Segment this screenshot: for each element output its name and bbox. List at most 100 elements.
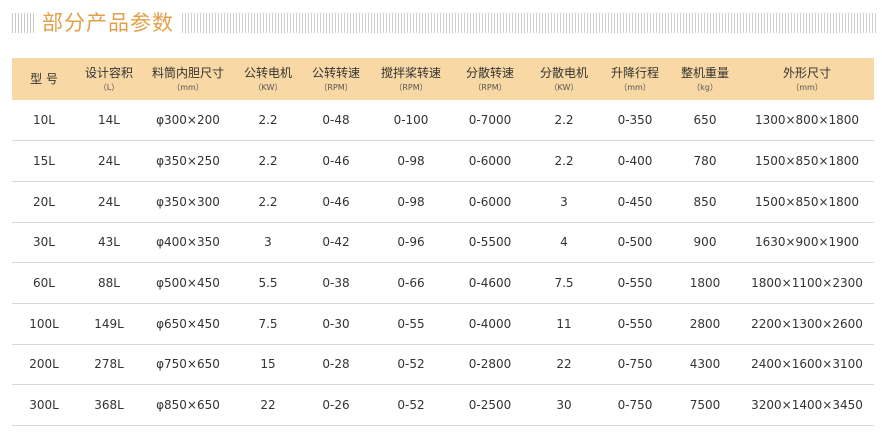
table-body: 10L 14L φ300×200 2.2 0-48 0-100 0-7000 2.2 0-350… bbox=[12, 100, 874, 426]
table-cell: 0-550 bbox=[600, 303, 670, 345]
table-cell: 0-2500 bbox=[452, 384, 528, 426]
table-cell: 0-500 bbox=[600, 222, 670, 264]
table-cell: 3 bbox=[528, 181, 600, 223]
table-cell: 0-52 bbox=[370, 384, 452, 426]
column-header-unit: （mm） bbox=[172, 83, 204, 92]
table-cell: 650 bbox=[670, 100, 740, 142]
table-cell: 0-750 bbox=[600, 344, 670, 386]
table-cell: 368L bbox=[76, 384, 142, 426]
table-cell: 22 bbox=[234, 384, 302, 426]
column-header-label: 设计容积 bbox=[84, 66, 133, 80]
table-cell: 5.5 bbox=[234, 262, 302, 304]
column-header: 分散电机 （KW） bbox=[528, 58, 600, 100]
table-cell: φ750×650 bbox=[142, 344, 234, 386]
table-cell: 2.2 bbox=[234, 181, 302, 223]
column-header-label: 公转转速 bbox=[311, 66, 360, 80]
table-cell: φ350×250 bbox=[142, 140, 234, 182]
table-cell: 30L bbox=[12, 222, 76, 264]
product-parameters-table: 型 号设计容积 （L） 料筒内胆尺寸 （mm） 公转电机 （KW） 公转转速 （RPM） 搅拌桨… bbox=[12, 58, 874, 426]
table-cell: 0-66 bbox=[370, 262, 452, 304]
table-cell: 20L bbox=[12, 181, 76, 223]
table-cell: 1800×1100×2300 bbox=[740, 262, 874, 304]
column-header-label: 型 号 bbox=[30, 72, 58, 86]
column-header-label: 分散电机 bbox=[539, 66, 588, 80]
column-header-unit: （RPM） bbox=[473, 83, 507, 92]
column-header: 料筒内胆尺寸 （mm） bbox=[142, 58, 234, 100]
table-cell: 0-550 bbox=[600, 262, 670, 304]
table-cell: 1300×800×1800 bbox=[740, 100, 874, 142]
table-cell: 11 bbox=[528, 303, 600, 345]
table-cell: 15 bbox=[234, 344, 302, 386]
table-row: 200L 278L φ750×650 15 0-28 0-52 0-2800 22 0-750 4… bbox=[12, 344, 874, 386]
column-header-unit: （kg） bbox=[692, 83, 718, 92]
table-cell: 0-100 bbox=[370, 100, 452, 142]
table-cell: 4300 bbox=[670, 344, 740, 386]
column-header-label: 升降行程 bbox=[610, 66, 659, 80]
table-cell: 0-5500 bbox=[452, 222, 528, 264]
table-cell: φ500×450 bbox=[142, 262, 234, 304]
table-row: 10L 14L φ300×200 2.2 0-48 0-100 0-7000 2.2 0-350… bbox=[12, 100, 874, 142]
table-row: 60L 88L φ500×450 5.5 0-38 0-66 0-4600 7.5 0-550 1… bbox=[12, 262, 874, 304]
table-cell: 0-2800 bbox=[452, 344, 528, 386]
column-header-label: 料筒内胆尺寸 bbox=[151, 66, 224, 80]
table-cell: 24L bbox=[76, 181, 142, 223]
table-cell: 300L bbox=[12, 384, 76, 426]
table-row: 30L 43L φ400×350 3 0-42 0-96 0-5500 4 0-500 900 16… bbox=[12, 222, 874, 264]
column-header: 公转电机 （KW） bbox=[234, 58, 302, 100]
column-header-unit: （KW） bbox=[549, 83, 579, 92]
table-cell: 850 bbox=[670, 181, 740, 223]
table-row: 20L 24L φ350×300 2.2 0-46 0-98 0-6000 3 0-450 850… bbox=[12, 181, 874, 223]
column-header-label: 整机重量 bbox=[680, 66, 729, 80]
table-cell: 3 bbox=[234, 222, 302, 264]
column-header-unit: （RPM） bbox=[394, 83, 428, 92]
table-cell: 0-4600 bbox=[452, 262, 528, 304]
table-cell: 780 bbox=[670, 140, 740, 182]
table-cell: 900 bbox=[670, 222, 740, 264]
table-cell: 0-450 bbox=[600, 181, 670, 223]
table-cell: 149L bbox=[76, 303, 142, 345]
table-cell: 7.5 bbox=[528, 262, 600, 304]
table-cell: 7500 bbox=[670, 384, 740, 426]
table-cell: 0-350 bbox=[600, 100, 670, 142]
table-cell: 2.2 bbox=[234, 100, 302, 142]
section-title: 部分产品参数 bbox=[42, 11, 174, 35]
table-cell: 0-6000 bbox=[452, 140, 528, 182]
table-cell: 0-750 bbox=[600, 384, 670, 426]
table-cell: φ350×300 bbox=[142, 181, 234, 223]
table-cell: 22 bbox=[528, 344, 600, 386]
column-header-unit: （mm） bbox=[791, 83, 823, 92]
table-cell: 0-46 bbox=[302, 181, 370, 223]
column-header: 分散转速 （RPM） bbox=[452, 58, 528, 100]
table-cell: 88L bbox=[76, 262, 142, 304]
table-cell: 2.2 bbox=[528, 140, 600, 182]
table-cell: 2.2 bbox=[528, 100, 600, 142]
table-cell: 1500×850×1800 bbox=[740, 181, 874, 223]
table-cell: 0-400 bbox=[600, 140, 670, 182]
table-cell: 200L bbox=[12, 344, 76, 386]
title-decoration-stripes bbox=[182, 13, 878, 33]
column-header-unit: （RPM） bbox=[319, 83, 353, 92]
table-cell: 0-48 bbox=[302, 100, 370, 142]
column-header: 公转转速 （RPM） bbox=[302, 58, 370, 100]
table-cell: 3200×1400×3450 bbox=[740, 384, 874, 426]
column-header: 搅拌桨转速 （RPM） bbox=[370, 58, 452, 100]
table-cell: 4 bbox=[528, 222, 600, 264]
column-header: 升降行程 （mm） bbox=[600, 58, 670, 100]
column-header: 外形尺寸 （mm） bbox=[740, 58, 874, 100]
table-row: 15L 24L φ350×250 2.2 0-46 0-98 0-6000 2.2 0-400 7… bbox=[12, 140, 874, 182]
column-header-label: 公转电机 bbox=[243, 66, 292, 80]
table-cell: 14L bbox=[76, 100, 142, 142]
table-cell: 0-42 bbox=[302, 222, 370, 264]
table-cell: 0-30 bbox=[302, 303, 370, 345]
table-cell: 2800 bbox=[670, 303, 740, 345]
table-cell: 278L bbox=[76, 344, 142, 386]
table-cell: 15L bbox=[12, 140, 76, 182]
table-cell: 2200×1300×2600 bbox=[740, 303, 874, 345]
table-cell: 2400×1600×3100 bbox=[740, 344, 874, 386]
table-cell: 1800 bbox=[670, 262, 740, 304]
column-header-label: 外形尺寸 bbox=[782, 66, 831, 80]
table-row: 300L 368L φ850×650 22 0-26 0-52 0-2500 30 0-750 7… bbox=[12, 384, 874, 426]
table-cell: φ650×450 bbox=[142, 303, 234, 345]
table-row: 100L 149L φ650×450 7.5 0-30 0-55 0-4000 11 0-550… bbox=[12, 303, 874, 345]
table-cell: 0-26 bbox=[302, 384, 370, 426]
